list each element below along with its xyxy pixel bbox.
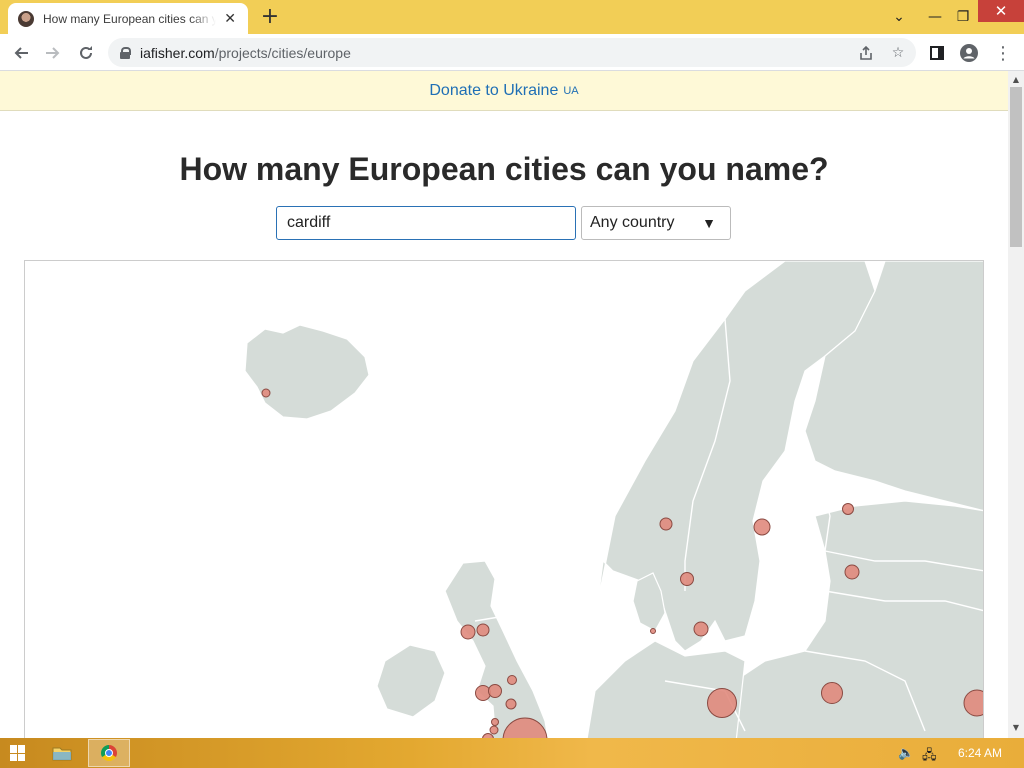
windows-taskbar: 🔈 🖧 6:24 AM [0, 738, 1024, 768]
reload-icon[interactable] [73, 40, 99, 66]
chrome-icon [101, 745, 117, 761]
minimize-icon[interactable]: — [922, 0, 948, 34]
browser-tab[interactable]: How many European cities can you name? ✕ [8, 3, 248, 34]
city-marker [475, 685, 491, 701]
city-marker [491, 718, 499, 726]
donate-link[interactable]: Donate to Ukraine [429, 82, 558, 100]
city-marker [680, 572, 694, 586]
scroll-up-icon[interactable]: ▲ [1008, 75, 1024, 84]
ireland-region [376, 644, 446, 718]
file-explorer-icon[interactable] [52, 743, 72, 763]
bookmark-star-icon[interactable]: ☆ [890, 45, 906, 61]
city-marker [488, 684, 502, 698]
side-panel-icon[interactable] [924, 40, 950, 66]
city-marker [844, 564, 860, 580]
city-marker [460, 624, 476, 640]
page-title: How many European cities can you name? [179, 151, 829, 187]
new-tab-button[interactable]: + [258, 5, 282, 29]
dropdown-caret-icon: ▼ [702, 215, 716, 231]
favicon-icon [18, 10, 34, 27]
city-marker [476, 623, 490, 637]
city-marker [505, 698, 517, 710]
country-select-value: Any country [590, 214, 675, 231]
scroll-down-icon[interactable]: ▼ [1008, 723, 1024, 732]
browser-titlebar: How many European cities can you name? ✕… [0, 0, 1024, 34]
forward-icon[interactable] [40, 40, 66, 66]
lock-icon[interactable] [120, 46, 131, 59]
taskbar-clock[interactable]: 6:24 AM [958, 746, 1002, 760]
city-marker [650, 628, 656, 634]
city-marker [693, 621, 709, 637]
city-marker [659, 517, 673, 531]
city-marker [821, 682, 843, 704]
menu-icon[interactable]: ⋮ [990, 40, 1016, 66]
city-marker [261, 388, 271, 398]
city-marker [753, 518, 771, 536]
iceland-region [244, 324, 370, 420]
restore-icon[interactable]: ❐ [950, 0, 976, 34]
url-host: iafisher.com [140, 44, 215, 61]
page-content: Donate to Ukraine UA How many European c… [0, 71, 1008, 738]
great-britain-region [444, 560, 549, 738]
network-icon[interactable]: 🖧 [922, 746, 937, 768]
share-icon[interactable] [858, 45, 874, 61]
map-svg [244, 261, 983, 738]
speaker-muted-icon[interactable]: 🔈 [898, 746, 914, 761]
chrome-taskbar-button[interactable] [88, 739, 130, 767]
url-path: /projects/cities/europe [214, 44, 351, 61]
tab-search-icon[interactable]: ⌄ [886, 0, 912, 34]
city-marker [507, 675, 517, 685]
close-tab-icon[interactable]: ✕ [222, 11, 238, 27]
browser-toolbar: iafisher.com/projects/cities/europe ☆ ⋮ [0, 34, 1024, 71]
country-select[interactable]: Any country ▼ [581, 206, 731, 240]
close-window-icon[interactable]: ✕ [978, 0, 1024, 22]
page-scrollbar[interactable]: ▲ ▼ [1008, 71, 1024, 738]
city-marker [489, 725, 499, 735]
back-icon[interactable] [8, 40, 34, 66]
profile-icon[interactable] [956, 40, 982, 66]
ua-flag-label: UA [563, 84, 579, 97]
tab-title: How many European cities can you name? [43, 11, 217, 26]
city-input[interactable] [276, 206, 576, 240]
city-marker [842, 503, 854, 515]
address-bar[interactable]: iafisher.com/projects/cities/europe ☆ [108, 38, 916, 67]
baltic-region [726, 500, 983, 738]
windows-start-icon[interactable] [10, 745, 26, 761]
europe-map[interactable] [24, 260, 984, 738]
donate-banner: Donate to Ukraine UA [0, 71, 1008, 111]
scrollbar-thumb[interactable] [1010, 87, 1022, 247]
city-marker [707, 688, 737, 718]
